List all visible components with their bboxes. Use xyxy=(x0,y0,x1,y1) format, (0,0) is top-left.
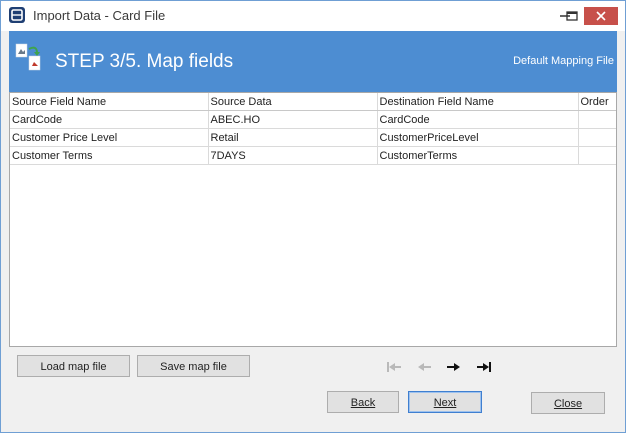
field-mapping-grid[interactable]: Source Field Name Source Data Destinatio… xyxy=(9,92,617,347)
save-map-file-button[interactable]: Save map file xyxy=(137,355,250,377)
back-button-label: Back xyxy=(350,397,376,409)
window-title: Import Data - Card File xyxy=(33,8,166,23)
default-mapping-file-link[interactable]: Default Mapping File xyxy=(513,55,614,67)
table-row[interactable]: Customer Price Level Retail CustomerPric… xyxy=(10,128,616,147)
source-data-cell[interactable]: Retail xyxy=(208,128,378,147)
first-record-icon[interactable] xyxy=(385,360,403,374)
column-header-order[interactable]: Order xyxy=(578,93,616,111)
step-header: STEP 3/5. Map fields Default Mapping Fil… xyxy=(9,31,617,92)
maximize-icon[interactable] xyxy=(558,1,586,31)
order-cell[interactable] xyxy=(578,128,616,147)
previous-record-icon[interactable] xyxy=(415,360,433,374)
next-button-label: Next xyxy=(433,397,457,409)
table-row[interactable]: Customer Terms 7DAYS CustomerTerms xyxy=(10,146,616,165)
order-cell[interactable] xyxy=(578,146,616,165)
map-fields-icon xyxy=(15,41,45,76)
table-row[interactable]: CardCode ABEC.HO CardCode xyxy=(10,110,616,129)
destination-field-cell[interactable]: CardCode xyxy=(377,110,579,129)
app-logo-icon xyxy=(9,7,25,23)
close-button-label: Close xyxy=(553,398,583,410)
close-window-icon[interactable] xyxy=(584,7,618,25)
source-field-cell[interactable]: Customer Price Level xyxy=(10,128,209,147)
step-title: STEP 3/5. Map fields xyxy=(55,51,234,72)
close-button[interactable]: Close xyxy=(531,392,605,414)
column-header-destination-field[interactable]: Destination Field Name xyxy=(377,93,579,111)
divider xyxy=(9,386,617,387)
next-record-icon[interactable] xyxy=(445,360,463,374)
column-header-source-data[interactable]: Source Data xyxy=(208,93,378,111)
title-bar: Import Data - Card File xyxy=(1,1,625,31)
destination-field-cell[interactable]: CustomerTerms xyxy=(377,146,579,165)
import-data-window: Import Data - Card File STEP 3/5. Map fi… xyxy=(0,0,626,433)
source-field-cell[interactable]: CardCode xyxy=(10,110,209,129)
destination-field-cell[interactable]: CustomerPriceLevel xyxy=(377,128,579,147)
source-data-cell[interactable]: 7DAYS xyxy=(208,146,378,165)
mapping-table: Source Field Name Source Data Destinatio… xyxy=(10,93,616,165)
source-field-cell[interactable]: Customer Terms xyxy=(10,146,209,165)
next-button[interactable]: Next xyxy=(408,391,482,413)
column-header-source-field[interactable]: Source Field Name xyxy=(10,93,209,111)
order-cell[interactable] xyxy=(578,110,616,129)
last-record-icon[interactable] xyxy=(475,360,493,374)
source-data-cell[interactable]: ABEC.HO xyxy=(208,110,378,129)
header-row: Source Field Name Source Data Destinatio… xyxy=(10,93,616,111)
load-map-file-button[interactable]: Load map file xyxy=(17,355,130,377)
back-button[interactable]: Back xyxy=(327,391,399,413)
